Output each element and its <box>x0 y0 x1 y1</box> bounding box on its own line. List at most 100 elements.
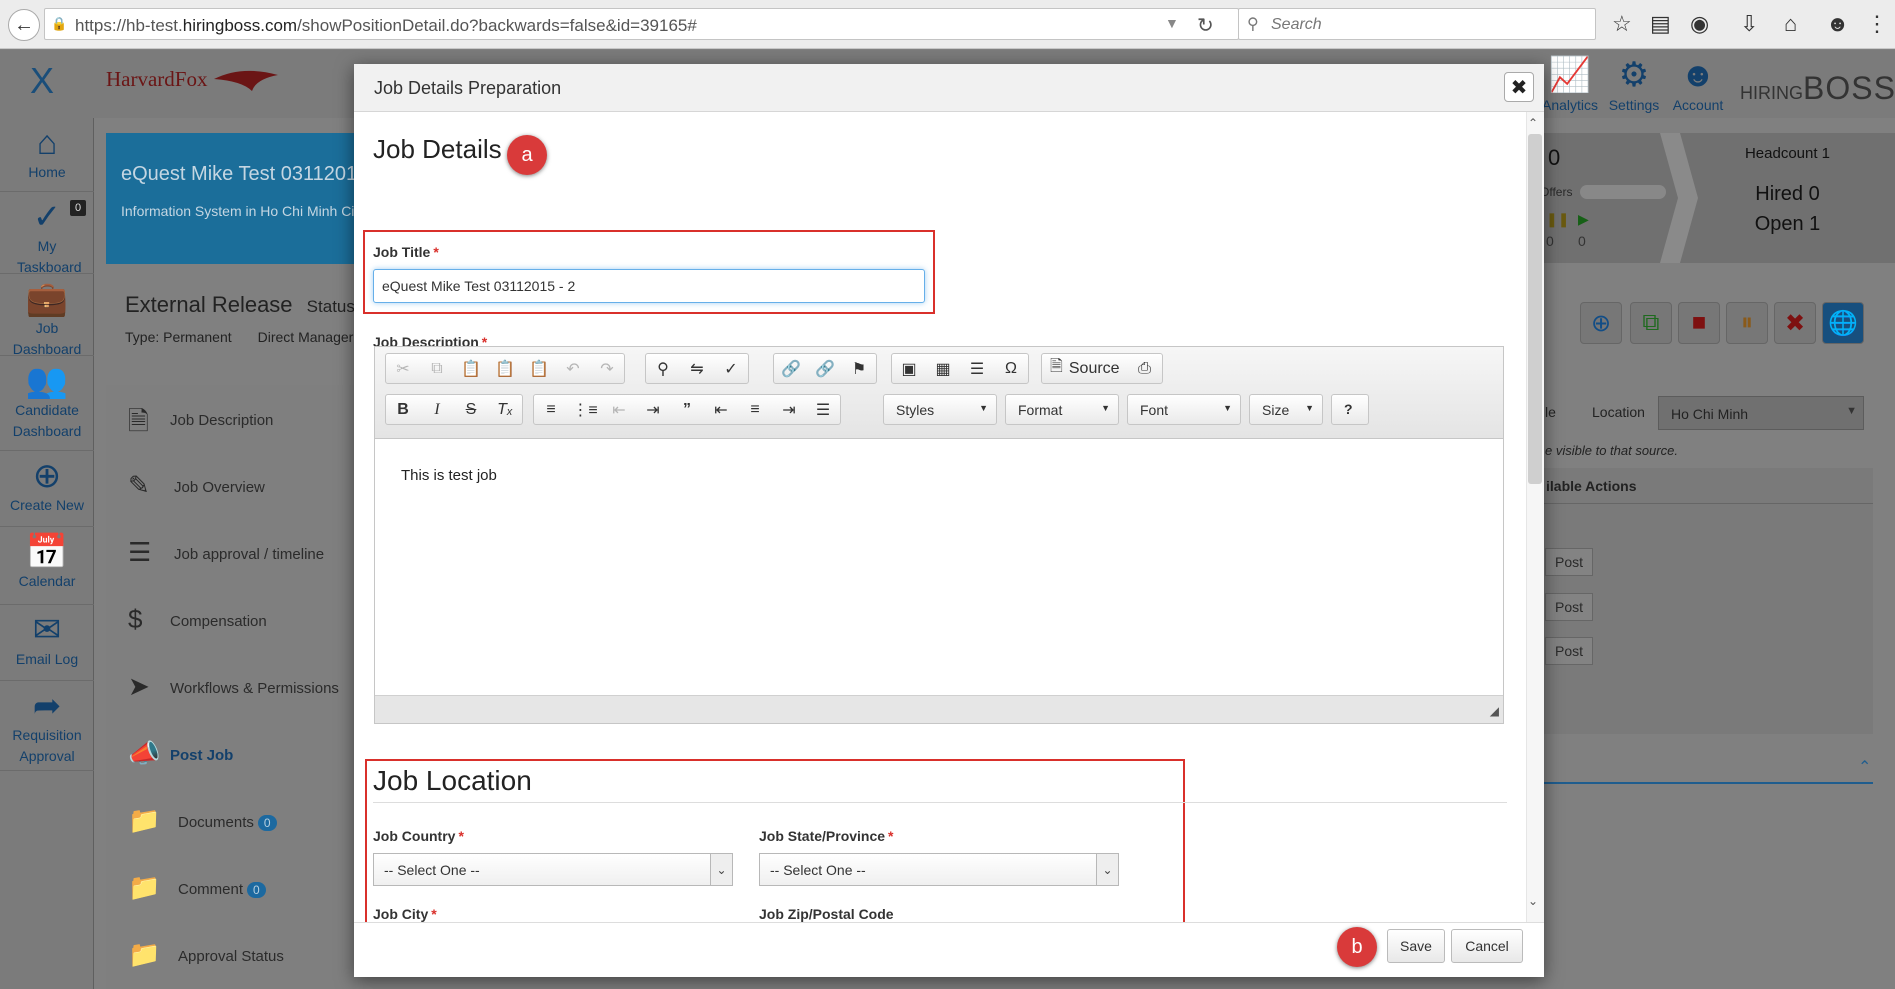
analytics-button[interactable]: 📈 Analytics <box>1540 53 1600 113</box>
size-dropdown[interactable]: Size ▼ <box>1249 394 1323 425</box>
browser-search-field[interactable]: ⚲ Search <box>1238 8 1596 40</box>
scroll-thumb[interactable] <box>1528 134 1542 484</box>
nav-my-taskboard[interactable]: ✓ My Taskboard 0 <box>0 192 94 275</box>
stop-button[interactable]: ■ <box>1678 302 1720 344</box>
bold-icon[interactable]: B <box>386 395 420 424</box>
outdent-icon[interactable]: ⇤ <box>602 395 636 424</box>
special-char-icon[interactable]: Ω <box>994 354 1028 383</box>
nav-home[interactable]: ⌂ Home <box>0 118 94 192</box>
location-select[interactable]: Ho Chi Minh ▼ <box>1658 396 1864 430</box>
edit-icon: ✎ <box>128 470 150 500</box>
nav-job-dashboard[interactable]: 💼 Job Dashboard <box>0 274 94 357</box>
blockquote-icon[interactable]: ” <box>670 395 704 424</box>
table-icon[interactable]: ▦ <box>926 354 960 383</box>
account-button[interactable]: ☻ Account <box>1668 53 1728 113</box>
reload-icon[interactable]: ↻ <box>1197 13 1214 38</box>
menu-documents[interactable]: 📁 Documents 0 <box>106 787 356 854</box>
nav-candidate-dashboard[interactable]: 👥 Candidate Dashboard <box>0 356 94 451</box>
pause-button[interactable]: ⏸ <box>1726 302 1768 344</box>
find-icon[interactable]: ⚲ <box>646 354 680 383</box>
menu-job-description[interactable]: 🗎 Job Description <box>106 385 356 452</box>
spellcheck-icon[interactable]: ✓ <box>714 354 748 383</box>
star-icon[interactable]: ☆ <box>1612 11 1632 37</box>
download-icon[interactable]: ⇩ <box>1740 11 1758 37</box>
chevron-down-icon: ▼ <box>979 403 988 413</box>
paste-word-icon[interactable]: 📋 <box>522 354 556 383</box>
bullet-list-icon[interactable]: ⋮≡ <box>568 395 602 424</box>
menu-icon[interactable]: ⋮ <box>1866 11 1888 37</box>
back-arrow-icon[interactable]: ← <box>8 9 40 41</box>
home-browser-icon[interactable]: ⌂ <box>1784 11 1797 37</box>
italic-icon[interactable]: I <box>420 395 454 424</box>
add-button[interactable]: ⊕ <box>1580 302 1622 344</box>
copy-icon[interactable]: ⧉ <box>420 354 454 383</box>
url-text: https://hb-test.hiringboss.com/showPosit… <box>75 16 697 35</box>
menu-compensation[interactable]: $ Compensation <box>106 586 356 653</box>
styles-dropdown[interactable]: Styles ▼ <box>883 394 997 425</box>
indent-icon[interactable]: ⇥ <box>636 395 670 424</box>
chevron-up-icon[interactable]: ⌃ <box>1858 757 1871 777</box>
delete-button[interactable]: ✖ <box>1774 302 1816 344</box>
nav-calendar[interactable]: 📅 Calendar <box>0 527 94 605</box>
visibility-note: e visible to that source. <box>1545 443 1678 458</box>
x-logo[interactable]: X <box>30 60 54 102</box>
scroll-down-icon[interactable]: ⌄ <box>1528 894 1538 908</box>
pocket-icon[interactable]: ◉ <box>1690 11 1709 37</box>
replace-icon[interactable]: ⇋ <box>680 354 714 383</box>
align-justify-icon[interactable]: ☰ <box>806 395 840 424</box>
close-icon: ✖ <box>1510 76 1528 99</box>
print-icon[interactable]: ⎙ <box>1128 354 1162 383</box>
align-left-icon[interactable]: ⇤ <box>704 395 738 424</box>
resize-handle-icon[interactable]: ◢ <box>1490 704 1499 718</box>
globe-button[interactable]: 🌐 <box>1822 302 1864 344</box>
close-button[interactable]: ✖ <box>1504 72 1534 102</box>
list-group: ≡ ⋮≡ ⇤ ⇥ ” ⇤ ≡ ⇥ ☰ <box>533 394 841 425</box>
unlink-icon[interactable]: 🔗 <box>808 354 842 383</box>
remove-format-icon[interactable]: Tₓ <box>488 395 522 424</box>
harvardfox-logo[interactable]: HarvardFox <box>106 67 286 107</box>
chat-icon[interactable]: ☻ <box>1826 11 1849 37</box>
menu-post-job[interactable]: 📣 Post Job <box>106 720 356 787</box>
save-button[interactable]: Save <box>1387 929 1445 963</box>
redo-icon[interactable]: ↷ <box>590 354 624 383</box>
format-dropdown[interactable]: Format ▼ <box>1005 394 1119 425</box>
job-state-select[interactable]: -- Select One -- ⌄ <box>759 853 1119 886</box>
job-title-input[interactable] <box>373 269 925 303</box>
reading-list-icon[interactable]: ▤ <box>1650 11 1671 37</box>
settings-button[interactable]: ⚙ Settings <box>1604 53 1664 113</box>
source-button[interactable]: 🗎 Source <box>1042 354 1128 383</box>
undo-icon[interactable]: ↶ <box>556 354 590 383</box>
help-button[interactable]: ? <box>1331 394 1369 425</box>
post-button[interactable]: Post <box>1545 637 1593 665</box>
post-button[interactable]: Post <box>1545 548 1593 576</box>
font-dropdown[interactable]: Font ▼ <box>1127 394 1241 425</box>
paste-icon[interactable]: 📋 <box>454 354 488 383</box>
cancel-button[interactable]: Cancel <box>1451 929 1523 963</box>
nav-requisition-approval[interactable]: ➦ Requisition Approval <box>0 681 94 771</box>
align-right-icon[interactable]: ⇥ <box>772 395 806 424</box>
align-center-icon[interactable]: ≡ <box>738 395 772 424</box>
address-bar[interactable]: 🔒 https://hb-test.hiringboss.com/showPos… <box>44 8 1239 40</box>
numbered-list-icon[interactable]: ≡ <box>534 395 568 424</box>
horizontal-rule-icon[interactable]: ☰ <box>960 354 994 383</box>
scroll-up-icon[interactable]: ⌃ <box>1528 116 1538 130</box>
paste-text-icon[interactable]: 📋 <box>488 354 522 383</box>
link-icon[interactable]: 🔗 <box>774 354 808 383</box>
cut-icon[interactable]: ✂ <box>386 354 420 383</box>
editor-content[interactable]: This is test job <box>401 467 497 484</box>
nav-create-new[interactable]: ⊕ Create New <box>0 451 94 527</box>
copy-button[interactable]: ⧉ <box>1630 302 1672 344</box>
menu-workflows[interactable]: ➤ Workflows & Permissions <box>106 653 356 720</box>
menu-job-approval[interactable]: ☰ Job approval / timeline <box>106 519 356 586</box>
menu-approval-status[interactable]: 📁 Approval Status <box>106 921 356 988</box>
image-icon[interactable]: ▣ <box>892 354 926 383</box>
post-button[interactable]: Post <box>1545 593 1593 621</box>
menu-comment[interactable]: 📁 Comment 0 <box>106 854 356 921</box>
menu-job-overview[interactable]: ✎ Job Overview <box>106 452 356 519</box>
job-country-select[interactable]: -- Select One -- ⌄ <box>373 853 733 886</box>
anchor-icon[interactable]: ⚑ <box>842 354 876 383</box>
strike-icon[interactable]: S <box>454 395 488 424</box>
url-dropdown-icon[interactable]: ▼ <box>1165 15 1179 31</box>
nav-email-log[interactable]: ✉ Email Log <box>0 605 94 681</box>
documents-badge: 0 <box>257 815 277 831</box>
